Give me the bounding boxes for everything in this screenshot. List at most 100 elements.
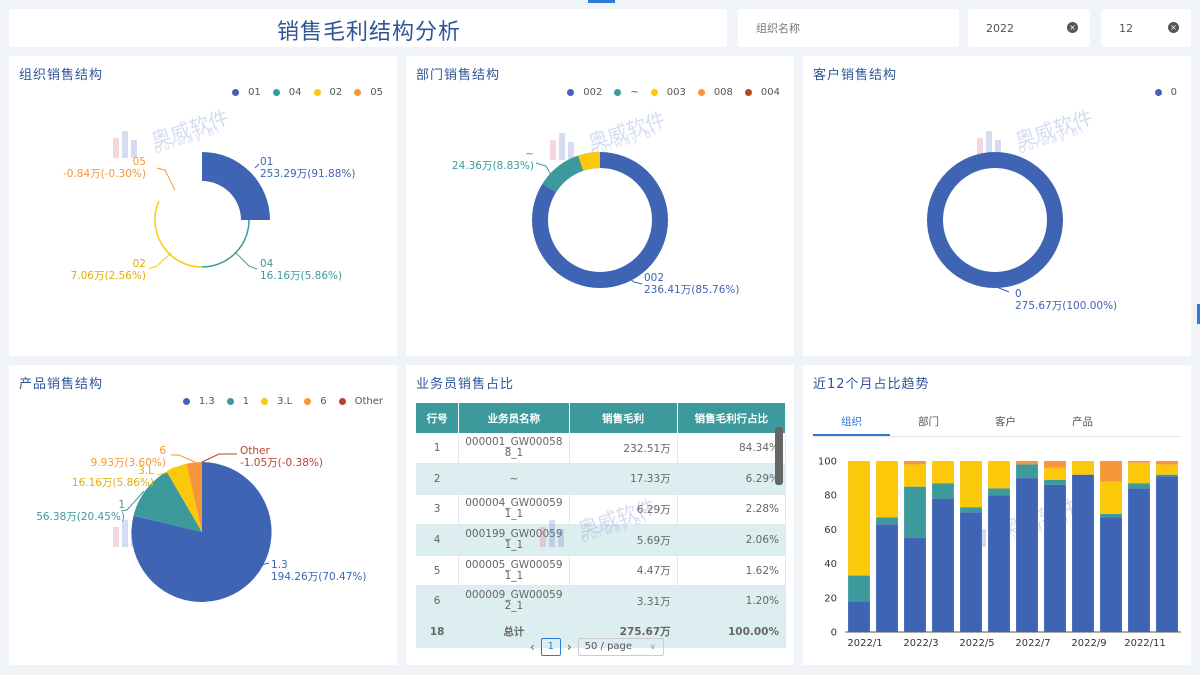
bar-segment[interactable]	[1016, 464, 1038, 479]
label-value: -0.84万(-0.30%)	[62, 168, 146, 180]
label-name: Other	[240, 445, 270, 457]
leader-01	[254, 163, 260, 169]
y-tick-label: 60	[824, 525, 837, 536]
bar-segment[interactable]	[1072, 474, 1094, 632]
table-row[interactable]: 2 ~ 17.33万 6.29%	[416, 463, 787, 495]
table-scrollbar[interactable]	[775, 427, 783, 485]
x-tick-label: 2022/5	[959, 638, 994, 649]
bar-segment[interactable]	[1100, 517, 1122, 632]
cell-name: 000005_GW00059 1_1	[458, 555, 570, 587]
donut-slice-tilde[interactable]	[542, 155, 584, 193]
bar-segment[interactable]	[932, 498, 954, 632]
cell-ratio: 6.29%	[677, 463, 787, 495]
cell-profit: 6.29万	[569, 494, 678, 526]
bar-segment[interactable]	[1072, 461, 1094, 475]
month-clear-icon[interactable]: ×	[1168, 22, 1179, 33]
product-structure-panel: 产品销售结构 1.3 1 3.L 6 Other 奥威软件 Ourway·BI …	[9, 365, 397, 665]
salesperson-title: 业务员销售占比	[416, 377, 515, 392]
bar-segment[interactable]	[904, 464, 926, 487]
bar-segment[interactable]	[1100, 461, 1122, 482]
month-filter[interactable]: 12 ×	[1101, 9, 1191, 47]
bar-segment[interactable]	[960, 512, 982, 632]
bar-segment[interactable]	[1016, 461, 1038, 465]
next-page-icon[interactable]: ›	[567, 640, 572, 654]
customer-donut-chart	[927, 152, 1063, 293]
cell-profit: 232.51万	[569, 433, 678, 465]
bar-segment[interactable]	[960, 461, 982, 508]
pie-arc-02[interactable]	[154, 200, 203, 268]
bar-segment[interactable]	[848, 461, 870, 576]
bar-segment[interactable]	[1044, 479, 1066, 485]
bar-segment[interactable]	[932, 483, 954, 499]
col-header-name[interactable]: 业务员名称	[458, 403, 570, 433]
bar-segment[interactable]	[904, 486, 926, 538]
y-tick-label: 40	[824, 559, 837, 570]
current-page-button[interactable]: 1	[540, 638, 561, 656]
bar-segment[interactable]	[1156, 476, 1178, 632]
org-pie-chart	[148, 152, 270, 270]
top-indicator	[588, 0, 615, 3]
bar-segment[interactable]	[1100, 514, 1122, 518]
bar-segment[interactable]	[876, 524, 898, 632]
leader-05	[156, 167, 176, 191]
cell-ratio: 100.00%	[677, 616, 787, 648]
bar-segment[interactable]	[904, 461, 926, 465]
label-value: 194.26万(70.47%)	[271, 571, 367, 583]
bar-segment[interactable]	[1128, 462, 1150, 484]
donut-slice-003[interactable]	[578, 151, 601, 171]
donut-ring-0[interactable]	[927, 152, 1063, 288]
y-tick-label: 20	[824, 593, 837, 604]
year-clear-icon[interactable]: ×	[1067, 22, 1078, 33]
bar-segment[interactable]	[876, 517, 898, 525]
bar-segment[interactable]	[876, 461, 898, 518]
bar-segment[interactable]	[1128, 461, 1150, 463]
bar-segment[interactable]	[988, 495, 1010, 632]
label-value: 275.67万(100.00%)	[1015, 300, 1118, 312]
bar-segment[interactable]	[1156, 464, 1178, 475]
cell-name: ~	[458, 463, 570, 495]
label-name: 6	[159, 445, 166, 457]
cell-no: 3	[416, 494, 460, 526]
cell-no: 5	[416, 555, 460, 587]
x-tick-label: 2022/3	[903, 638, 938, 649]
label-value: 253.29万(91.88%)	[260, 168, 356, 180]
cell-no: 2	[416, 463, 460, 495]
bar-segment[interactable]	[1100, 481, 1122, 515]
year-filter[interactable]: 2022 ×	[968, 9, 1090, 47]
x-tick-label: 2022/7	[1015, 638, 1050, 649]
bar-segment[interactable]	[904, 537, 926, 632]
table-row[interactable]: 6 000009_GW00059 2_1 3.31万 1.20%	[416, 585, 787, 618]
month-value: 12	[1119, 21, 1133, 35]
salesperson-panel: 业务员销售占比 行号 业务员名称 销售毛利 销售毛利行占比 1 000001_G…	[406, 365, 794, 665]
table-row[interactable]: 1 000001_GW00058 8_1 232.51万 84.34%	[416, 433, 787, 465]
col-header-no[interactable]: 行号	[416, 403, 460, 433]
table-row[interactable]: 4 000199_GW00059 1_1 5.69万 2.06%	[416, 524, 787, 556]
col-header-profit[interactable]: 销售毛利	[569, 403, 678, 433]
org-name-filter[interactable]: 组织名称	[738, 9, 959, 47]
table-row[interactable]: 3 000004_GW00059 1_1 6.29万 2.28%	[416, 494, 787, 526]
col-header-ratio[interactable]: 销售毛利行占比	[677, 403, 787, 433]
bar-segment[interactable]	[1156, 474, 1178, 477]
bar-segment[interactable]	[848, 601, 870, 632]
bar-segment[interactable]	[1016, 478, 1038, 632]
bar-segment[interactable]	[988, 461, 1010, 489]
bar-segment[interactable]	[1128, 488, 1150, 632]
bar-segment[interactable]	[988, 488, 1010, 496]
bar-segment[interactable]	[1156, 461, 1178, 465]
pie-arc-04[interactable]	[201, 219, 250, 268]
table-row[interactable]: 5 000005_GW00059 1_1 4.47万 1.62%	[416, 555, 787, 587]
bar-segment[interactable]	[848, 575, 870, 602]
org-label-04: 04 16.16万(5.86%)	[260, 258, 342, 282]
trend-panel: 近12个月占比趋势 组织 部门 客户 产品 奥威软件 Ourway·BI 020…	[803, 365, 1191, 665]
year-value: 2022	[986, 21, 1014, 35]
bar-segment[interactable]	[960, 507, 982, 513]
page-size-select[interactable]: 50 / page ∨	[577, 638, 664, 656]
label-value: 7.06万(2.56%)	[70, 270, 146, 282]
bar-segment[interactable]	[1128, 483, 1150, 489]
x-tick-label: 2022/11	[1124, 638, 1166, 649]
bar-segment[interactable]	[1044, 467, 1066, 480]
bar-segment[interactable]	[932, 461, 954, 484]
prev-page-icon[interactable]: ‹	[530, 640, 535, 654]
bar-segment[interactable]	[1044, 484, 1066, 632]
bar-segment[interactable]	[1044, 461, 1066, 468]
